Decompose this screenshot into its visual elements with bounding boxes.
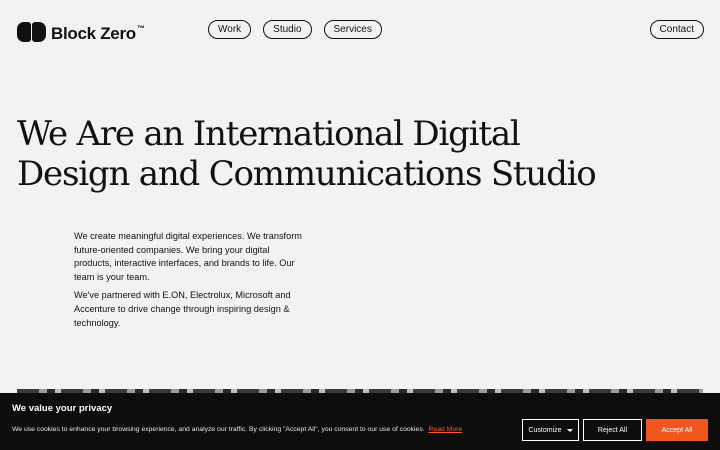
hero-title: We Are an International Digital Design a… (17, 114, 597, 194)
nav-item-studio[interactable]: Studio (263, 20, 312, 39)
reject-all-button[interactable]: Reject All (583, 419, 642, 441)
nav-item-services[interactable]: Services (323, 20, 382, 39)
customize-label: Customize (528, 426, 562, 434)
read-more-link[interactable]: Read More (429, 426, 463, 433)
brand-name: Block Zero™ (51, 19, 145, 44)
brand-logo[interactable]: Block Zero™ (17, 19, 145, 44)
customize-button[interactable]: Customize (522, 419, 579, 441)
brand-name-text: Block Zero (51, 24, 136, 43)
trademark-symbol: ™ (136, 24, 145, 33)
cookie-message-text: We use cookies to enhance your browsing … (12, 426, 425, 433)
intro-text: We create meaningful digital experiences… (74, 230, 306, 330)
caret-down-icon (566, 428, 573, 432)
accept-all-button[interactable]: Accept All (646, 419, 708, 441)
cookie-title: We value your privacy (12, 403, 113, 414)
cookie-message: We use cookies to enhance your browsing … (12, 426, 462, 433)
nav-item-work[interactable]: Work (208, 20, 252, 39)
block-zero-logo-icon (17, 21, 46, 42)
intro-paragraph-1: We create meaningful digital experiences… (74, 231, 302, 282)
cookie-banner: We value your privacy We use cookies to … (0, 393, 720, 450)
contact-button[interactable]: Contact (649, 20, 704, 39)
intro-paragraph-2: We've partnered with E.ON, Electrolux, M… (74, 290, 291, 328)
main-nav: Work Studio Services (208, 20, 382, 39)
